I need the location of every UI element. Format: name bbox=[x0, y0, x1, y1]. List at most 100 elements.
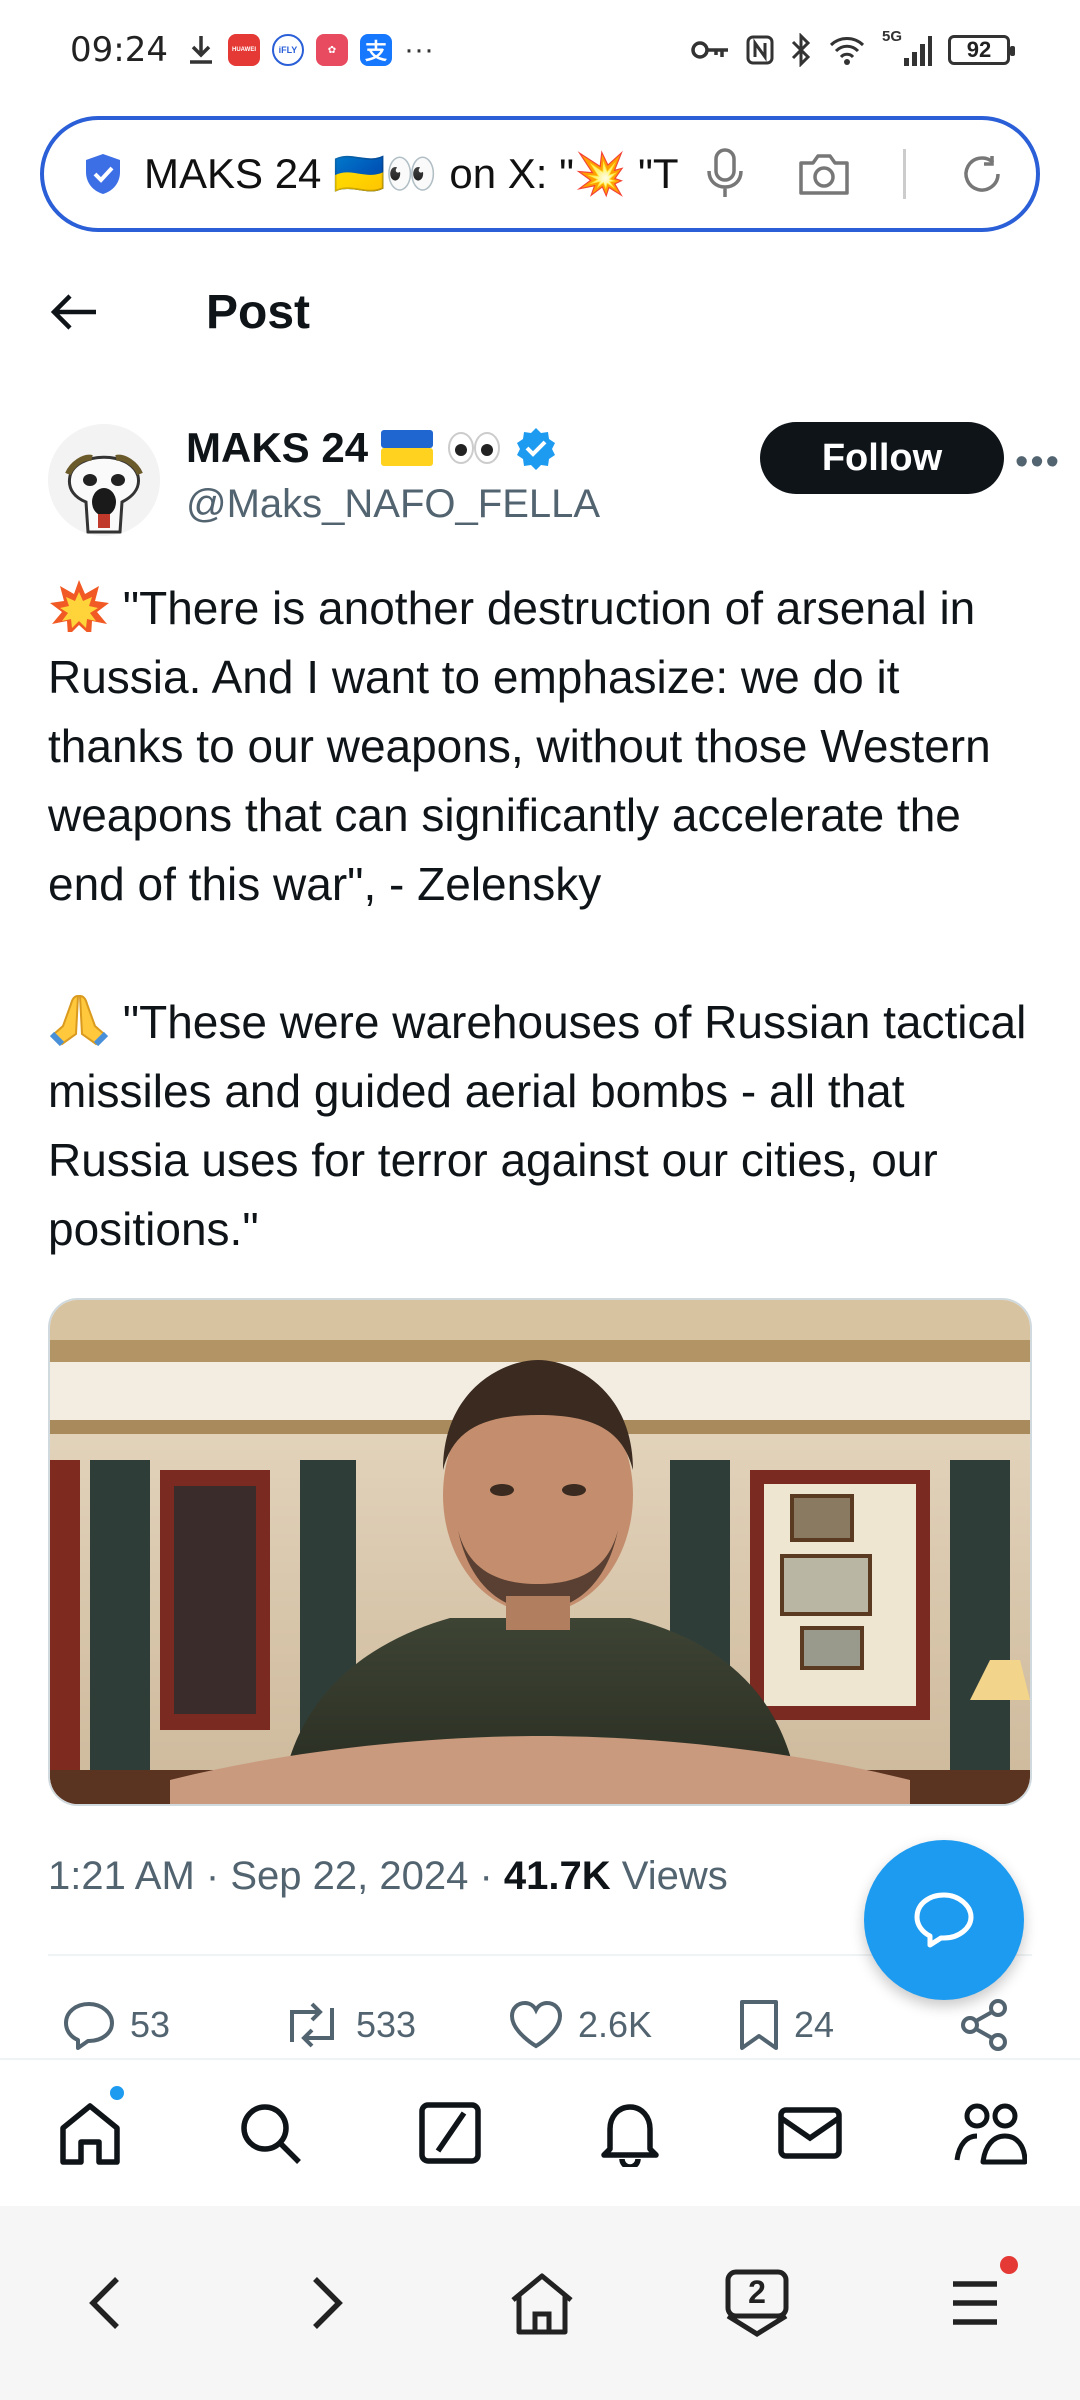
page-title: Post bbox=[206, 285, 311, 339]
nav-communities[interactable] bbox=[945, 2088, 1035, 2178]
status-time: 09:24 bbox=[70, 30, 168, 70]
bluetooth-icon bbox=[791, 33, 811, 67]
chat-bubble-icon bbox=[914, 1892, 974, 1948]
grok-icon bbox=[419, 2102, 481, 2164]
tweet-media-image[interactable] bbox=[48, 1298, 1032, 1806]
repost-count: 533 bbox=[356, 2004, 417, 2045]
status-notification-icons: HUAWEI iFLY ✿ 支 ··· bbox=[186, 33, 434, 67]
bookmark-icon bbox=[740, 2000, 778, 2050]
eyes-icon bbox=[448, 432, 501, 464]
more-dots-icon: ··· bbox=[403, 33, 434, 66]
bookmark-count: 24 bbox=[794, 2004, 835, 2045]
compose-reply-button[interactable] bbox=[864, 1840, 1024, 2000]
author-handle[interactable]: @Maks_NAFO_FELLA bbox=[186, 482, 600, 527]
nav-notifications[interactable] bbox=[585, 2088, 675, 2178]
nav-messages[interactable] bbox=[765, 2088, 855, 2178]
reply-icon bbox=[64, 2002, 114, 2050]
shield-icon bbox=[86, 154, 120, 194]
tabs-count: 2 bbox=[748, 2274, 766, 2310]
browser-bottom-bar: 2 bbox=[0, 2206, 1080, 2400]
bookmark-button[interactable]: 24 bbox=[738, 1990, 834, 2060]
tweet-paragraph-1: "There is another destruction of arsenal… bbox=[48, 582, 991, 910]
heart-icon bbox=[509, 2000, 563, 2049]
cellular-signal-icon: 5G bbox=[882, 28, 932, 68]
refresh-icon[interactable] bbox=[958, 150, 1006, 198]
verified-badge-icon bbox=[517, 428, 556, 470]
search-icon bbox=[241, 2104, 301, 2164]
browser-home-button[interactable] bbox=[497, 2258, 587, 2348]
status-right-icons: 5G 92 bbox=[690, 28, 1015, 68]
app-bottom-nav bbox=[0, 2058, 1080, 2206]
follow-button[interactable]: Follow bbox=[760, 422, 1004, 494]
more-options-button[interactable]: ••• bbox=[1008, 432, 1068, 492]
communities-icon bbox=[954, 2103, 1027, 2165]
browser-forward-button[interactable] bbox=[282, 2258, 372, 2348]
tweet-paragraph: "There is another destruction of arsenal… bbox=[48, 574, 1038, 919]
author-name[interactable]: MAKS 24 bbox=[186, 424, 368, 472]
ifly-app-icon: iFLY bbox=[271, 34, 304, 66]
browser-back-button[interactable] bbox=[60, 2258, 150, 2348]
battery-indicator: 92 bbox=[948, 35, 1015, 65]
alipay-label: 支 bbox=[364, 39, 387, 64]
chevron-right-icon bbox=[313, 2277, 343, 2329]
tweet-paragraph: "These were warehouses of Russian tactic… bbox=[48, 988, 1038, 1264]
nav-home[interactable] bbox=[45, 2088, 135, 2178]
nfc-icon bbox=[746, 35, 774, 65]
collision-emoji-icon bbox=[50, 580, 109, 632]
tabs-icon: 2 bbox=[722, 2268, 792, 2338]
tweet-date[interactable]: Sep 22, 2024 bbox=[230, 1854, 468, 1898]
status-bar: 09:24 HUAWEI iFLY ✿ 支 ··· 5G 92 bbox=[0, 0, 1080, 100]
tweet-text: "There is another destruction of arsenal… bbox=[48, 574, 1038, 1333]
tweet-paragraph-2: "These were warehouses of Russian tactic… bbox=[48, 996, 1027, 1255]
url-actions bbox=[705, 147, 1006, 201]
browser-tabs-button[interactable]: 2 bbox=[712, 2258, 802, 2348]
author-name-row: MAKS 24 🇺🇦👀 bbox=[186, 424, 558, 472]
ifly-app-label: iFLY bbox=[278, 45, 298, 55]
url-text[interactable]: MAKS 24 🇺🇦👀 on X: "💥 "T bbox=[144, 150, 684, 199]
browser-address-bar[interactable]: MAKS 24 🇺🇦👀 on X: "💥 "T bbox=[40, 116, 1040, 232]
author-block: MAKS 24 🇺🇦👀 @Maks_NAFO_FELLA Follow ••• bbox=[48, 418, 1059, 538]
like-count: 2.6K bbox=[578, 2004, 653, 2045]
camera-icon[interactable] bbox=[797, 151, 851, 197]
folded-hands-emoji-icon bbox=[49, 994, 109, 1046]
browser-home-icon bbox=[511, 2273, 573, 2335]
like-button[interactable]: 2.6K bbox=[508, 1990, 652, 2060]
share-button[interactable] bbox=[958, 1990, 1012, 2060]
tweet-time[interactable]: 1:21 AM bbox=[48, 1854, 195, 1898]
repost-button[interactable]: 533 bbox=[282, 1990, 416, 2060]
nav-grok[interactable] bbox=[405, 2088, 495, 2178]
share-icon bbox=[961, 1999, 1007, 2051]
mail-icon bbox=[778, 2107, 842, 2159]
bell-icon bbox=[601, 2104, 659, 2167]
ukraine-flag-icon bbox=[381, 430, 434, 466]
huawei-app-icon: HUAWEI bbox=[227, 34, 260, 66]
back-button[interactable] bbox=[34, 272, 114, 352]
more-icon: ••• bbox=[1015, 440, 1061, 483]
key-icon bbox=[691, 41, 728, 59]
url-divider bbox=[903, 149, 906, 199]
menu-icon bbox=[953, 2281, 997, 2325]
meta-separator: · bbox=[205, 1854, 231, 1898]
reply-count: 53 bbox=[130, 2004, 171, 2045]
avatar[interactable] bbox=[48, 424, 160, 536]
home-icon bbox=[60, 2103, 120, 2165]
tweet-actions: 53 533 2.6K 24 bbox=[48, 1990, 1032, 2060]
reply-button[interactable]: 53 bbox=[62, 1990, 170, 2060]
views-label: Views bbox=[621, 1854, 728, 1898]
app-icon: ✿ bbox=[315, 34, 348, 66]
post-header: Post bbox=[0, 262, 1080, 362]
meta-separator: · bbox=[479, 1854, 504, 1898]
download-icon bbox=[189, 36, 212, 64]
arrow-left-icon bbox=[50, 294, 96, 330]
huawei-app-label: HUAWEI bbox=[231, 47, 256, 53]
notification-dot bbox=[108, 2084, 126, 2102]
microphone-icon[interactable] bbox=[705, 147, 745, 201]
wifi-icon bbox=[829, 37, 865, 65]
chevron-left-icon bbox=[89, 2277, 119, 2329]
repost-icon bbox=[290, 2002, 334, 2048]
nav-search[interactable] bbox=[225, 2088, 315, 2178]
menu-notification-dot bbox=[1000, 2256, 1018, 2274]
alipay-icon: 支 bbox=[359, 34, 392, 66]
tweet-meta: 1:21 AM · Sep 22, 2024 · 41.7K Views bbox=[48, 1854, 728, 1899]
battery-level: 92 bbox=[966, 37, 992, 62]
